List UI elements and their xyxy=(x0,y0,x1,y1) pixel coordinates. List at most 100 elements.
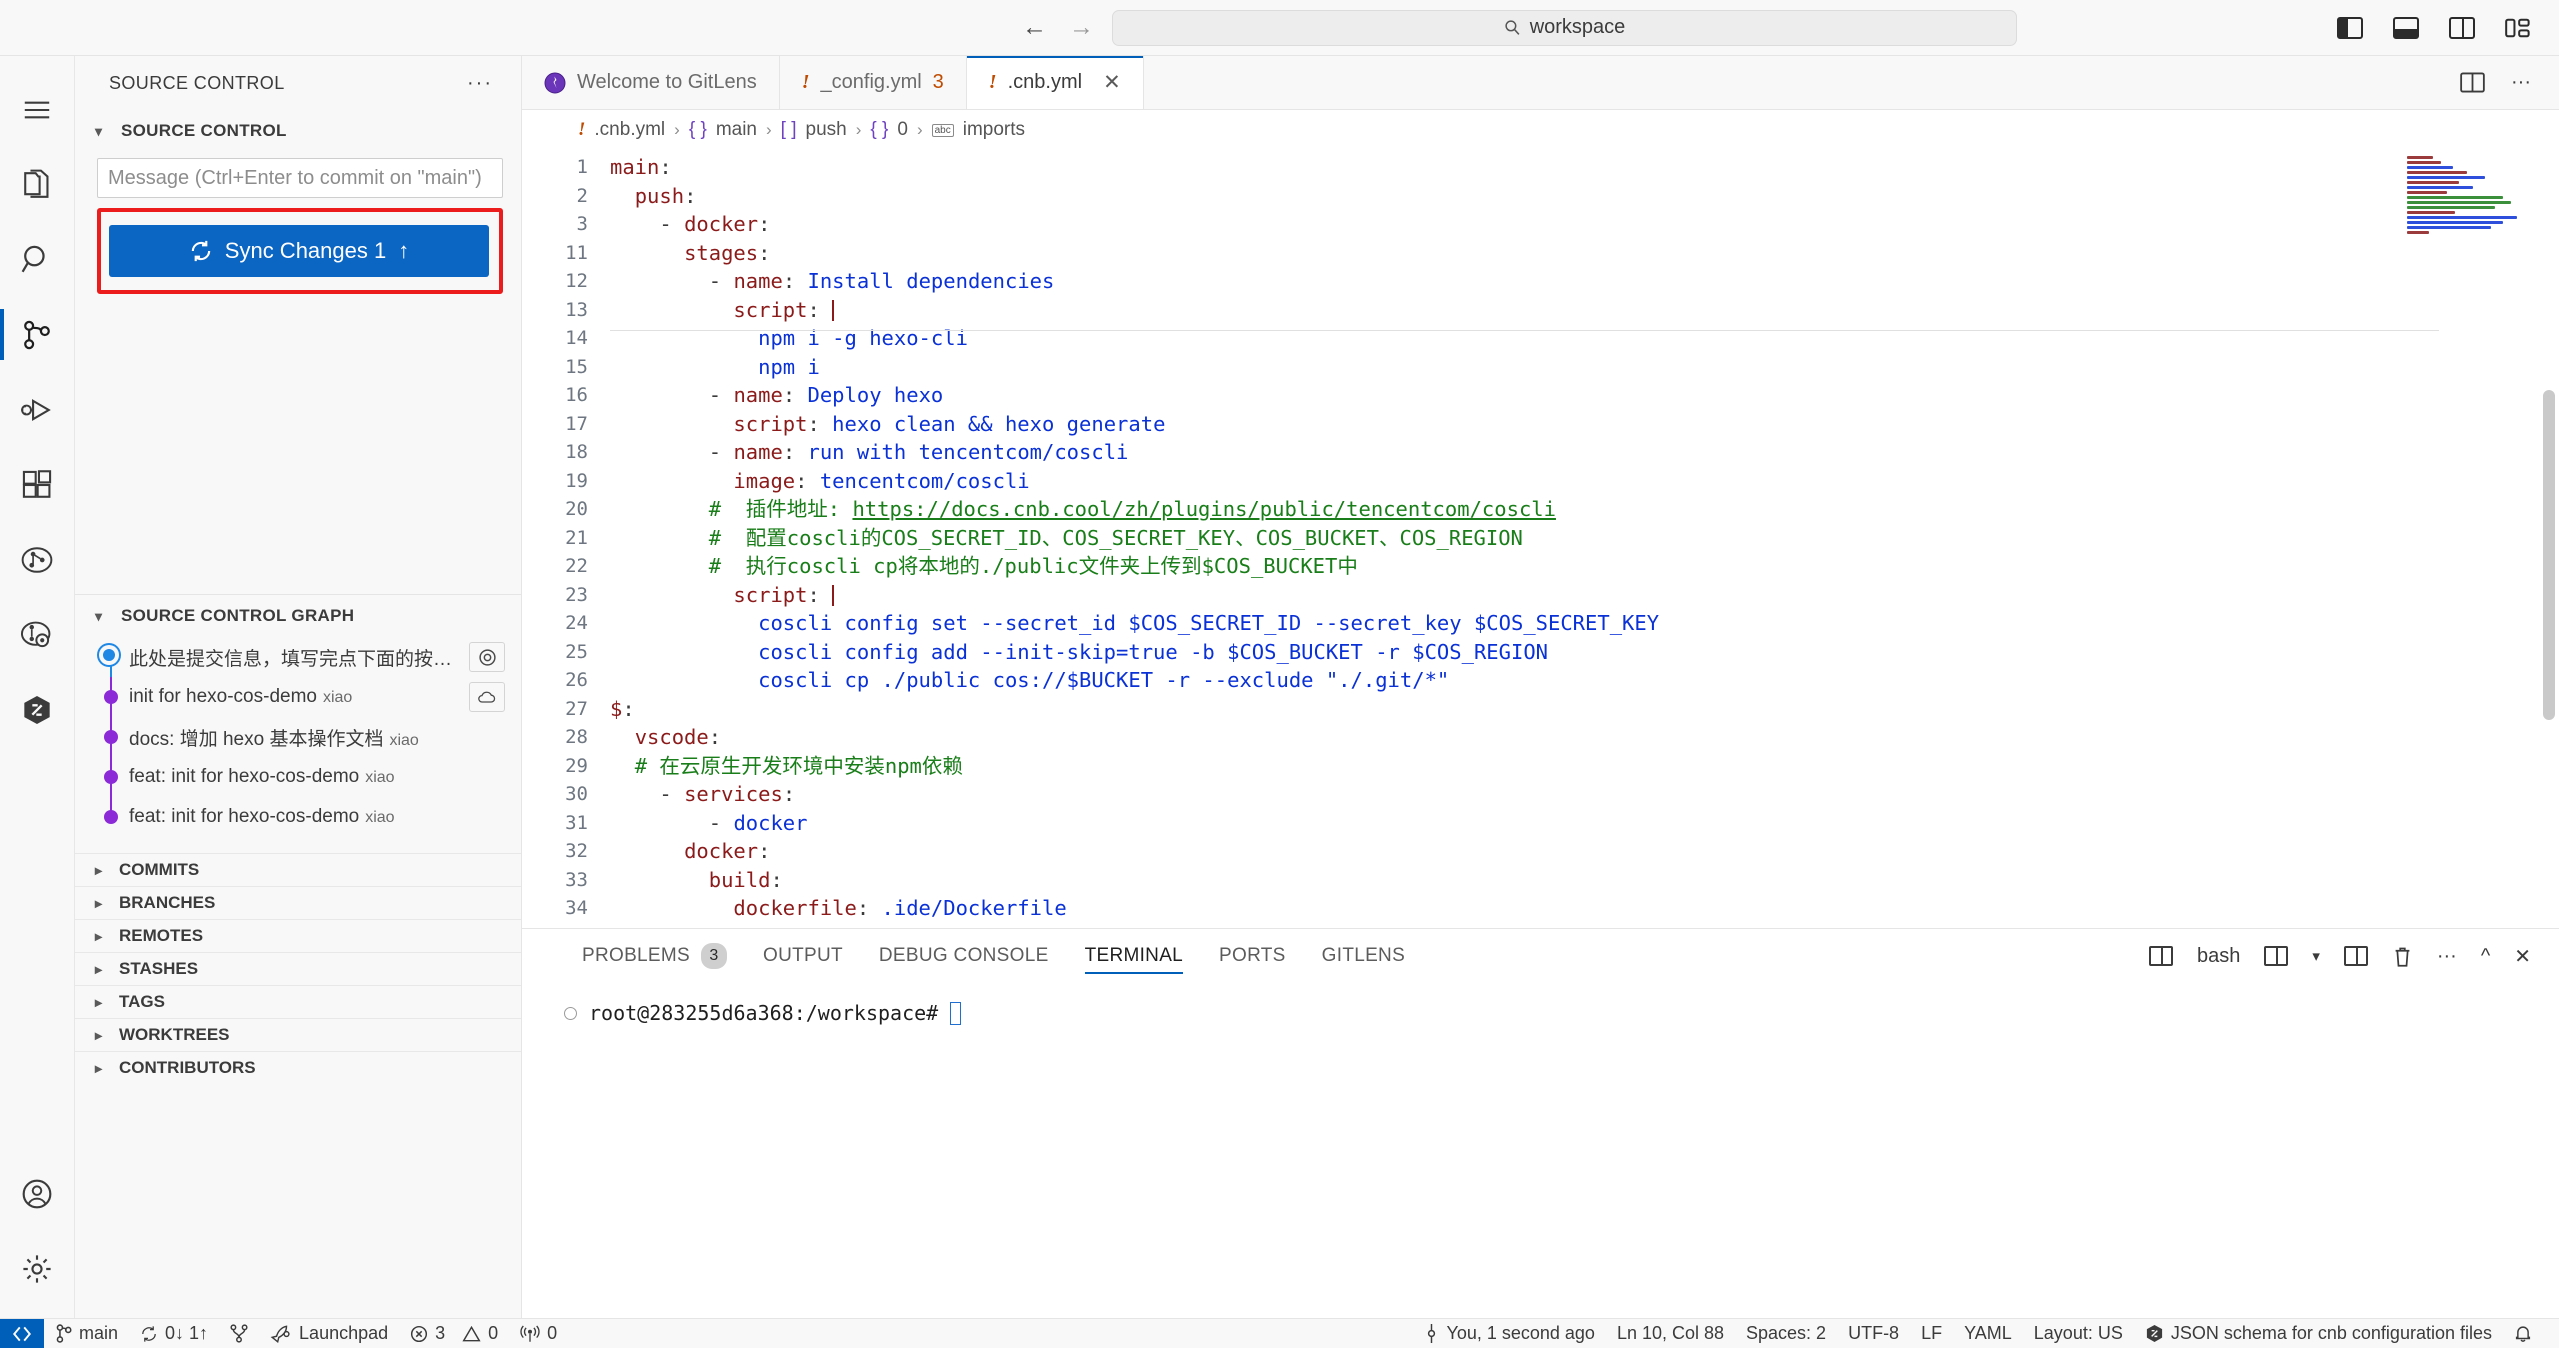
list-item[interactable]: init for hexo-cos-demo xiao xyxy=(75,677,521,717)
sidebar-item-source-control[interactable] xyxy=(0,297,75,372)
code-line[interactable]: 28 vscode: xyxy=(522,723,2559,752)
terminal-icon[interactable] xyxy=(2148,946,2173,966)
status-encoding[interactable]: UTF-8 xyxy=(1837,1319,1910,1348)
terminal-shell-label[interactable]: bash xyxy=(2197,945,2240,968)
breadcrumb-item-main[interactable]: main xyxy=(716,119,757,141)
terminal-body[interactable]: root@283255d6a368:/workspace# xyxy=(522,983,2559,1318)
tab-output[interactable]: OUTPUT xyxy=(745,929,861,983)
code-line[interactable]: 13 script: xyxy=(522,296,2559,325)
account-icon[interactable] xyxy=(0,1156,75,1231)
list-item[interactable]: feat: init for hexo-cos-demo xiao xyxy=(75,797,521,837)
cnb-icon[interactable] xyxy=(0,672,75,747)
toggle-secondary-sidebar-icon[interactable] xyxy=(2449,16,2475,39)
code-line[interactable]: 30 - services: xyxy=(522,780,2559,809)
list-item[interactable]: docs: 增加 hexo 基本操作文档 xiao xyxy=(75,717,521,757)
arrow-left-icon[interactable]: ← xyxy=(1022,15,1047,40)
code-lines[interactable]: 1 main: 2 push: 3 - docker: 11 stages: 12 - n… xyxy=(522,150,2559,928)
gitlens-inspect-icon[interactable] xyxy=(0,597,75,672)
scm-section-header[interactable]: ▾ SOURCE CONTROL xyxy=(75,110,521,152)
code-line[interactable]: 18 - name: run with tencentcom/coscli xyxy=(522,438,2559,467)
list-item[interactable]: 此处是提交信息，填写完点下面的按钮... xyxy=(75,637,521,677)
target-icon[interactable] xyxy=(469,642,505,672)
extensions-icon[interactable] xyxy=(0,447,75,522)
code-line[interactable]: 15 npm i xyxy=(522,353,2559,382)
close-icon[interactable]: ✕ xyxy=(1103,70,1121,95)
code-line[interactable]: 29 # 在云原生开发环境中安装npm依赖 xyxy=(522,752,2559,781)
status-publish[interactable] xyxy=(219,1319,259,1348)
code-line[interactable]: 16 - name: Deploy hexo xyxy=(522,381,2559,410)
arrow-right-icon[interactable]: → xyxy=(1069,15,1094,40)
sidebar-section-stashes[interactable]: ▸ STASHES xyxy=(75,952,521,985)
sidebar-section-contributors[interactable]: ▸ CONTRIBUTORS xyxy=(75,1051,521,1084)
tab-cnb-yml[interactable]: ! .cnb.yml ✕ xyxy=(966,56,1144,109)
sidebar-section-tags[interactable]: ▸ TAGS xyxy=(75,985,521,1018)
status-eol[interactable]: LF xyxy=(1910,1319,1953,1348)
search-icon[interactable] xyxy=(0,222,75,297)
toggle-primary-sidebar-icon[interactable] xyxy=(2337,16,2363,39)
tab-welcome-to-gitlens[interactable]: Welcome to GitLens xyxy=(522,56,780,109)
split-terminal-icon[interactable] xyxy=(2343,946,2368,966)
code-line[interactable]: 23 script: xyxy=(522,581,2559,610)
status-blame[interactable]: You, 1 second ago xyxy=(1413,1319,1605,1348)
code-line[interactable]: 34 dockerfile: .ide/Dockerfile xyxy=(522,894,2559,923)
code-line[interactable]: 27 $: xyxy=(522,695,2559,724)
kill-terminal-icon[interactable] xyxy=(2392,945,2413,968)
sidebar-section-branches[interactable]: ▸ BRANCHES xyxy=(75,886,521,919)
status-ports[interactable]: 0 xyxy=(509,1319,568,1348)
status-sync[interactable]: 0↓ 1↑ xyxy=(129,1319,219,1348)
breadcrumb-item-index[interactable]: 0 xyxy=(897,119,908,141)
code-line[interactable]: 33 build: xyxy=(522,866,2559,895)
status-launchpad[interactable]: Launchpad xyxy=(259,1319,399,1348)
status-cursor-position[interactable]: Ln 10, Col 88 xyxy=(1606,1319,1735,1348)
commit-message-input[interactable]: Message (Ctrl+Enter to commit on "main") xyxy=(97,158,503,198)
close-panel-icon[interactable]: ✕ xyxy=(2514,944,2531,969)
command-center-input[interactable]: workspace xyxy=(1112,9,2017,46)
code-line[interactable]: 11 stages: xyxy=(522,239,2559,268)
sync-changes-button[interactable]: Sync Changes 1 ↑ xyxy=(109,225,489,277)
code-line[interactable]: 35 stages: xyxy=(522,923,2559,929)
split-editor-icon[interactable] xyxy=(2460,72,2485,93)
explorer-icon[interactable] xyxy=(0,147,75,222)
code-line[interactable]: 25 coscli config add --init-skip=true -b… xyxy=(522,638,2559,667)
minimap[interactable] xyxy=(2407,156,2537,246)
run-debug-icon[interactable] xyxy=(0,372,75,447)
cloud-icon[interactable] xyxy=(469,682,505,712)
menu-icon[interactable] xyxy=(0,72,75,147)
tab-debug-console[interactable]: DEBUG CONSOLE xyxy=(861,929,1067,983)
list-item[interactable]: feat: init for hexo-cos-demo xiao xyxy=(75,757,521,797)
code-line[interactable]: 17 script: hexo clean && hexo generate xyxy=(522,410,2559,439)
code-line[interactable]: 32 docker: xyxy=(522,837,2559,866)
sidebar-section-worktrees[interactable]: ▸ WORKTREES xyxy=(75,1018,521,1051)
code-line[interactable]: 2 push: xyxy=(522,182,2559,211)
remote-window-indicator[interactable] xyxy=(0,1318,44,1348)
status-branch[interactable]: main xyxy=(44,1319,129,1348)
status-keyboard-layout[interactable]: Layout: US xyxy=(2023,1319,2134,1348)
tab-ports[interactable]: PORTS xyxy=(1201,929,1304,983)
status-language-mode[interactable]: YAML xyxy=(1953,1319,2023,1348)
tab-config-yml[interactable]: ! _config.yml 3 xyxy=(779,56,967,109)
more-actions-icon[interactable]: ··· xyxy=(2437,945,2457,968)
code-line[interactable]: 31 - docker xyxy=(522,809,2559,838)
status-indentation[interactable]: Spaces: 2 xyxy=(1735,1319,1837,1348)
tab-gitlens[interactable]: GITLENS xyxy=(1304,929,1423,983)
scm-graph-section-header[interactable]: ▾ SOURCE CONTROL GRAPH xyxy=(75,595,521,637)
breadcrumb-item-push[interactable]: push xyxy=(806,119,847,141)
customize-layout-icon[interactable] xyxy=(2505,17,2531,39)
code-line[interactable]: 14 npm i -g hexo-cli xyxy=(522,324,2559,353)
breadcrumb-item-imports[interactable]: imports xyxy=(963,119,1025,141)
tab-problems[interactable]: PROBLEMS 3 xyxy=(564,929,745,983)
code-line[interactable]: 24 coscli config set --secret_id $COS_SE… xyxy=(522,609,2559,638)
code-line[interactable]: 3 - docker: xyxy=(522,210,2559,239)
code-line[interactable]: 21 # 配置coscli的COS_SECRET_ID、COS_SECRET_K… xyxy=(522,524,2559,553)
code-line[interactable]: 1 main: xyxy=(522,153,2559,182)
sidebar-section-remotes[interactable]: ▸ REMOTES xyxy=(75,919,521,952)
code-line[interactable]: 26 coscli cp ./public cos://$BUCKET -r -… xyxy=(522,666,2559,695)
new-terminal-icon[interactable] xyxy=(2264,946,2289,966)
code-line[interactable]: 12 - name: Install dependencies xyxy=(522,267,2559,296)
tab-terminal[interactable]: TERMINAL xyxy=(1067,929,1201,983)
code-line[interactable]: 19 image: tencentcom/coscli xyxy=(522,467,2559,496)
gear-icon[interactable] xyxy=(0,1231,75,1306)
status-notifications[interactable] xyxy=(2503,1319,2543,1348)
breadcrumb-item-file[interactable]: .cnb.yml xyxy=(594,119,665,141)
status-problems[interactable]: 3 0 xyxy=(399,1319,509,1348)
